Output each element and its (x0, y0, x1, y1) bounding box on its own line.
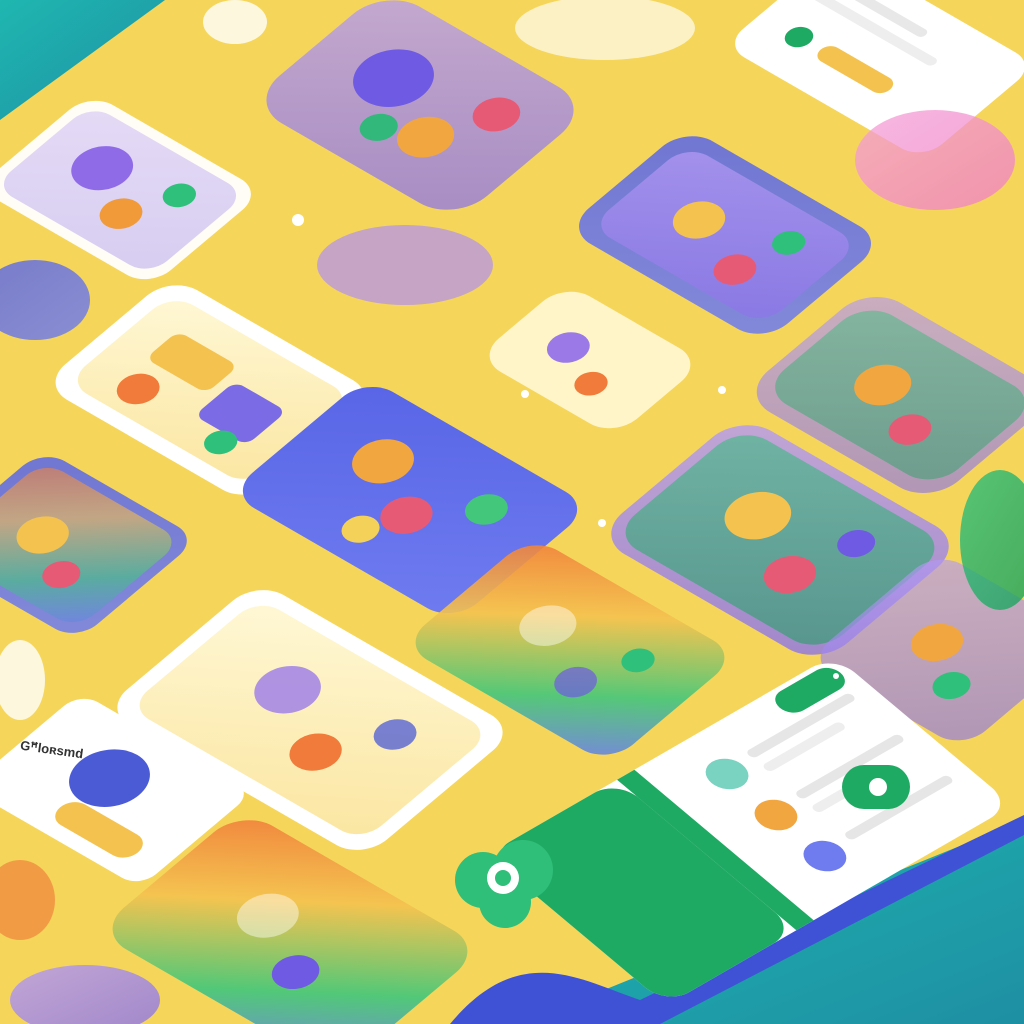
floating-bubble-2 (317, 225, 493, 305)
floating-bubble-1 (203, 0, 267, 44)
isometric-app-collage (0, 0, 1024, 1024)
toggle-button-icon[interactable] (842, 765, 910, 809)
floating-bubble-4 (855, 110, 1015, 210)
